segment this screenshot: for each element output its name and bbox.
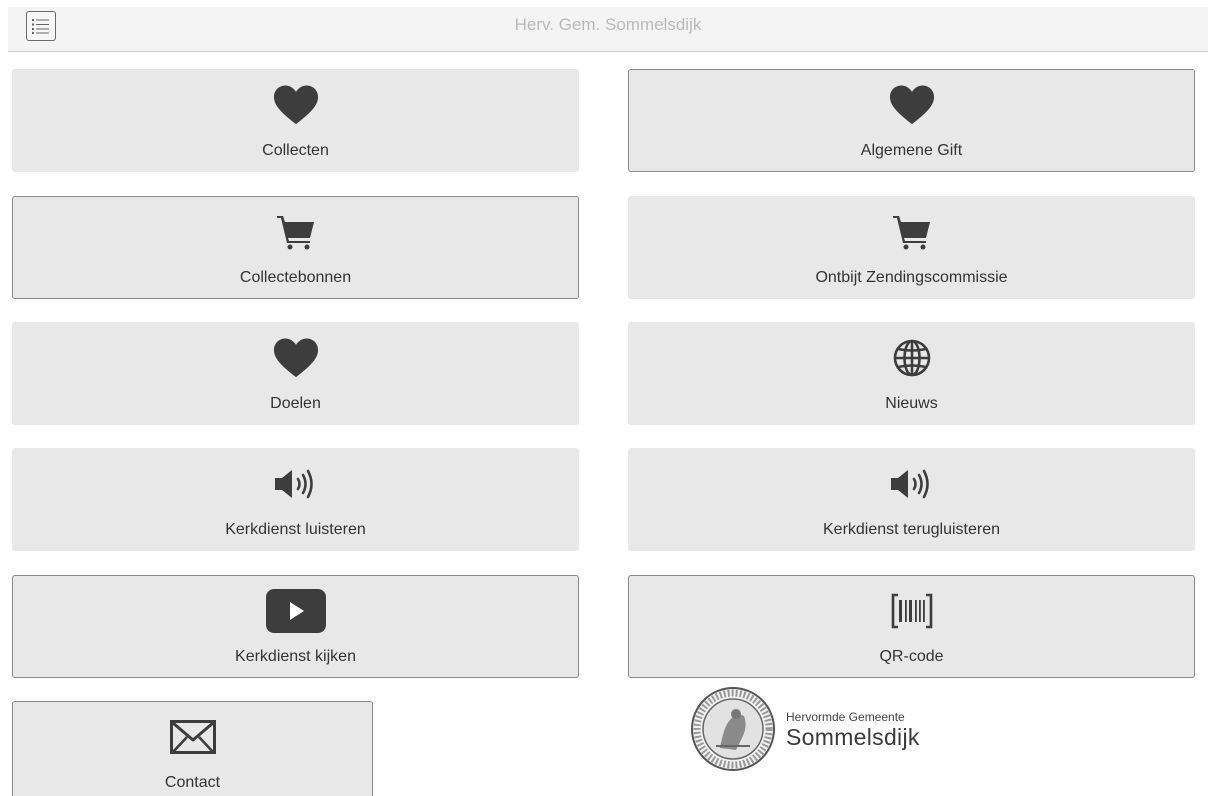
tile-ontbijt-zendingscommissie[interactable]: Ontbijt Zendingscommissie xyxy=(628,196,1195,299)
tile-label: Doelen xyxy=(270,395,321,412)
tile-label: Algemene Gift xyxy=(860,142,963,159)
tile-qr-code[interactable]: QR-code xyxy=(628,575,1195,678)
app-screen: Herv. Gem. Sommelsdijk Collecten Algemen… xyxy=(0,0,1208,796)
tile-label: Collecten xyxy=(262,142,329,159)
speaker-icon xyxy=(274,469,313,499)
logo-title: Sommelsdijk xyxy=(786,724,920,750)
tile-label: Collectebonnen xyxy=(239,269,352,286)
tile-label: QR-code xyxy=(879,648,944,665)
tile-nieuws[interactable]: Nieuws xyxy=(628,322,1195,425)
heart-icon xyxy=(273,338,318,378)
envelope-icon xyxy=(169,720,216,754)
barcode-icon xyxy=(891,593,932,629)
church-logo: Hervormde Gemeente Sommelsdijk xyxy=(690,686,950,772)
page-title: Herv. Gem. Sommelsdijk xyxy=(514,15,702,34)
tile-label: Kerkdienst kijken xyxy=(235,648,356,665)
tile-algemene-gift[interactable]: Algemene Gift xyxy=(628,69,1195,172)
tile-collectebonnen[interactable]: Collectebonnen xyxy=(12,196,579,299)
heart-icon xyxy=(273,85,318,125)
tile-label: Kerkdienst terugluisteren xyxy=(823,521,1000,538)
tile-contact[interactable]: Contact xyxy=(12,701,373,796)
tile-label: Kerkdienst luisteren xyxy=(225,521,366,538)
top-bar: Herv. Gem. Sommelsdijk xyxy=(8,7,1208,52)
tile-label: Ontbijt Zendingscommissie xyxy=(815,269,1008,286)
tile-label: Contact xyxy=(164,774,221,791)
cart-icon xyxy=(892,216,930,250)
tile-collecten[interactable]: Collecten xyxy=(12,69,579,172)
logo-subtitle: Hervormde Gemeente xyxy=(786,710,905,724)
cart-icon xyxy=(276,216,314,250)
tile-kerkdienst-luisteren[interactable]: Kerkdienst luisteren xyxy=(12,448,579,551)
tile-doelen[interactable]: Doelen xyxy=(12,322,579,425)
church-seal-icon xyxy=(691,687,775,771)
tile-kerkdienst-kijken[interactable]: Kerkdienst kijken xyxy=(12,575,579,678)
speaker-icon xyxy=(890,469,929,499)
globe-icon xyxy=(893,339,930,377)
tile-kerkdienst-terugluisteren[interactable]: Kerkdienst terugluisteren xyxy=(628,448,1195,551)
heart-icon xyxy=(889,85,934,125)
tile-label: Nieuws xyxy=(885,395,938,412)
play-icon xyxy=(265,589,326,633)
